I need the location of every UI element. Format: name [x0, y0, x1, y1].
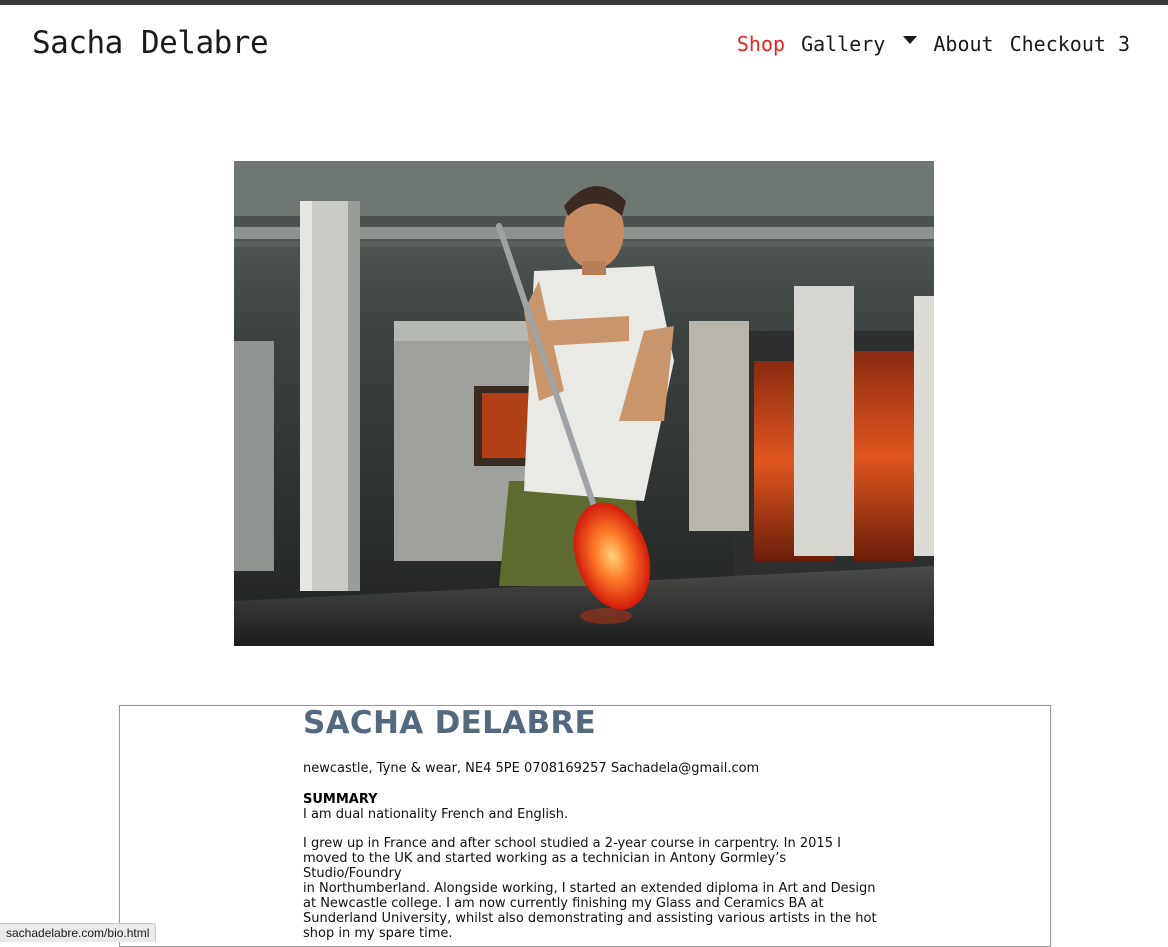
- summary-line: in Northumberland. Alongside working, I …: [303, 881, 876, 896]
- resume-contact-line: newcastle, Tyne & wear, NE4 5PE 07081692…: [303, 761, 760, 776]
- site-brand-link[interactable]: Sacha Delabre: [32, 25, 269, 61]
- resume-document-frame: SACHA DELABRE newcastle, Tyne & wear, NE…: [119, 705, 1051, 947]
- hero-photo: [234, 161, 934, 646]
- nav-about-link[interactable]: About: [933, 32, 993, 56]
- resume-content: SACHA DELABRE newcastle, Tyne & wear, NE…: [303, 706, 883, 941]
- site-header: Sacha Delabre Shop Gallery About Checkou…: [0, 5, 1168, 85]
- link-status-bar: sachadelabre.com/bio.html: [0, 923, 157, 942]
- summary-heading: SUMMARY: [303, 792, 378, 807]
- main-nav: Shop Gallery About Checkout 3: [737, 32, 1130, 56]
- glassblower-photo-illustration: [234, 161, 934, 646]
- summary-nationality-text: I am dual nationality French and English…: [303, 807, 569, 822]
- summary-line: at Newcastle college. I am now currently…: [303, 896, 824, 911]
- summary-line: shop in my spare time.: [303, 926, 453, 941]
- nav-gallery-link[interactable]: Gallery: [801, 32, 885, 56]
- summary-line: I grew up in France and after school stu…: [303, 836, 841, 851]
- gallery-dropdown-caret-icon[interactable]: [903, 36, 918, 44]
- nav-shop-link[interactable]: Shop: [737, 32, 785, 56]
- summary-paragraph: I grew up in France and after school stu…: [303, 836, 883, 941]
- summary-line: Sunderland University, whilst also demon…: [303, 911, 877, 926]
- summary-line: moved to the UK and started working as a…: [303, 851, 787, 881]
- resume-name-heading: SACHA DELABRE: [303, 705, 597, 741]
- nav-checkout-link[interactable]: Checkout 3: [1010, 32, 1130, 56]
